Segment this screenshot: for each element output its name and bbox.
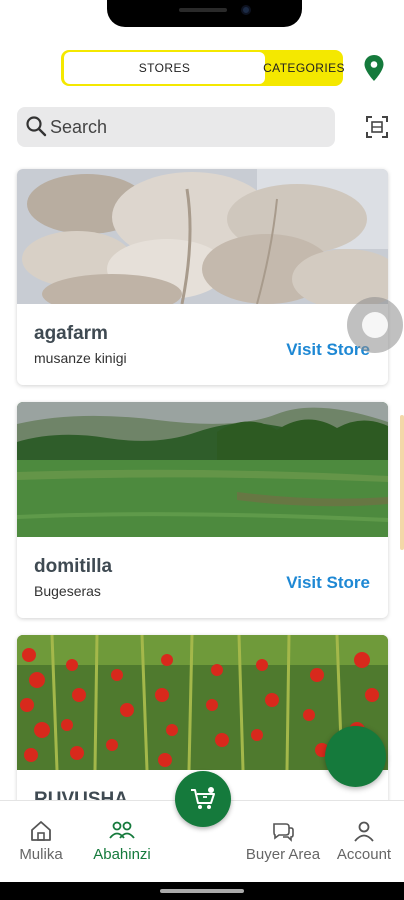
store-location: Bugeseras bbox=[34, 583, 101, 599]
search-bar[interactable]: Search bbox=[17, 107, 335, 147]
nav-item-abahinzi[interactable]: Abahinzi bbox=[88, 801, 156, 883]
store-card[interactable]: domitilla Bugeseras Visit Store bbox=[17, 402, 388, 618]
nav-item-buyer-area[interactable]: Buyer Area bbox=[240, 801, 326, 883]
store-name: agafarm bbox=[34, 323, 108, 344]
device-notch bbox=[107, 0, 302, 27]
touch-indicator bbox=[347, 297, 403, 353]
search-icon bbox=[26, 116, 47, 137]
stores-tab[interactable]: STORES bbox=[64, 52, 265, 84]
cart-button[interactable] bbox=[175, 771, 231, 827]
cart-icon bbox=[191, 787, 215, 809]
person-icon bbox=[354, 821, 374, 842]
nav-item-mulika[interactable]: Mulika bbox=[14, 801, 68, 883]
front-camera bbox=[241, 5, 251, 15]
store-image-field bbox=[17, 402, 388, 537]
home-icon bbox=[31, 821, 51, 841]
nav-label: Buyer Area bbox=[245, 846, 321, 863]
nav-label: Account bbox=[336, 846, 392, 863]
location-pin-icon[interactable] bbox=[364, 55, 384, 81]
floating-action-button[interactable] bbox=[325, 726, 386, 787]
store-location: musanze kinigi bbox=[34, 350, 127, 366]
chat-icon bbox=[273, 823, 294, 842]
home-indicator[interactable] bbox=[160, 889, 244, 893]
categories-tab[interactable]: CATEGORIES bbox=[263, 52, 344, 84]
farmers-icon bbox=[109, 821, 135, 839]
nav-item-account[interactable]: Account bbox=[333, 801, 395, 883]
visit-store-link[interactable]: Visit Store bbox=[286, 573, 370, 593]
scan-icon[interactable] bbox=[365, 115, 389, 139]
store-image-mushrooms bbox=[17, 169, 388, 304]
nav-label: Mulika bbox=[19, 846, 63, 863]
store-name: domitilla bbox=[34, 556, 113, 577]
speaker bbox=[179, 8, 227, 12]
search-placeholder: Search bbox=[50, 117, 108, 137]
system-home-bar bbox=[0, 882, 404, 900]
nav-label: Abahinzi bbox=[93, 846, 151, 863]
scrollbar[interactable] bbox=[400, 415, 404, 550]
stores-categories-toggle: STORES CATEGORIES bbox=[61, 50, 345, 86]
store-card[interactable]: agafarm musanze kinigi Visit Store bbox=[17, 169, 388, 385]
